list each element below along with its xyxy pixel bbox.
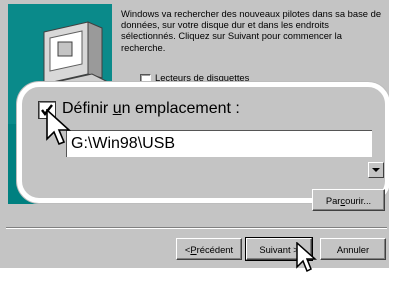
arrow-cursor-icon <box>46 109 72 146</box>
back-button[interactable]: < Précédent <box>176 238 242 260</box>
specify-location-label: Définir un emplacement : <box>62 100 240 117</box>
location-path-field[interactable]: G:\Win98\USB <box>66 130 372 157</box>
chevron-down-icon <box>372 168 380 172</box>
location-dropdown-button[interactable] <box>368 162 384 178</box>
browse-button[interactable]: Par c ourir... <box>312 189 385 211</box>
cancel-button[interactable]: Annuler <box>320 238 386 260</box>
wizard-description: Windows va rechercher des nouveaux pilot… <box>121 8 382 53</box>
arrow-cursor-icon <box>296 242 317 273</box>
